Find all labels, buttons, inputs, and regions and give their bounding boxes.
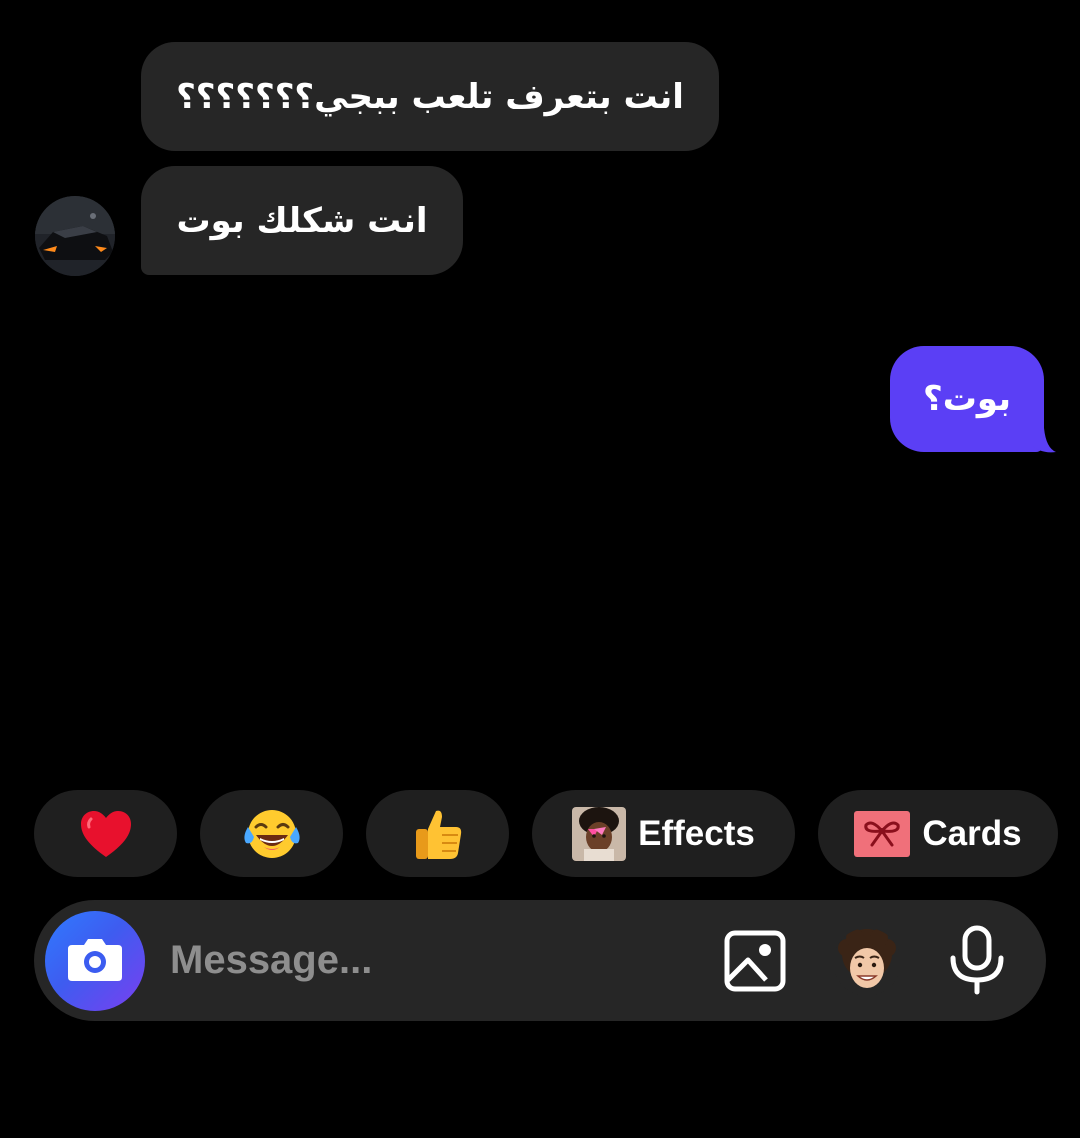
message-text: بوت؟ (923, 379, 1011, 419)
gift-card-icon (854, 810, 911, 857)
message-text: انت شكلك بوت (176, 200, 428, 241)
bubble-tail (1030, 428, 1056, 453)
message-text: انت بتعرف تلعب ببجي؟؟؟؟؟؟؟ (176, 76, 684, 117)
incoming-message-bubble[interactable]: انت شكلك بوت (141, 166, 463, 275)
cards-label: Cards (922, 813, 1022, 853)
tears-of-joy-icon (242, 807, 302, 861)
effects-label: Effects (638, 813, 755, 853)
thumbs-up-icon (412, 807, 464, 861)
gallery-button[interactable] (722, 928, 788, 994)
effects-chip[interactable]: Effects (532, 790, 795, 877)
microphone-button[interactable] (944, 924, 1010, 996)
heart-reaction-chip[interactable] (34, 790, 177, 877)
camera-button[interactable] (45, 911, 145, 1011)
heart-icon (79, 809, 133, 859)
avatar-sticker-button[interactable] (833, 928, 901, 996)
effects-thumbnail-icon (572, 806, 627, 861)
outgoing-message-bubble[interactable]: بوت؟ (890, 346, 1044, 452)
laugh-reaction-chip[interactable] (200, 790, 343, 877)
microphone-icon (944, 925, 1010, 1000)
contact-avatar[interactable] (35, 196, 115, 276)
car-avatar-image (35, 196, 115, 276)
thumbs-up-reaction-chip[interactable] (366, 790, 509, 877)
camera-icon (66, 935, 124, 987)
cards-chip[interactable]: Cards (818, 790, 1058, 877)
message-input[interactable] (170, 930, 690, 990)
image-icon (722, 930, 788, 998)
incoming-message-bubble[interactable]: انت بتعرف تلعب ببجي؟؟؟؟؟؟؟ (141, 42, 719, 151)
